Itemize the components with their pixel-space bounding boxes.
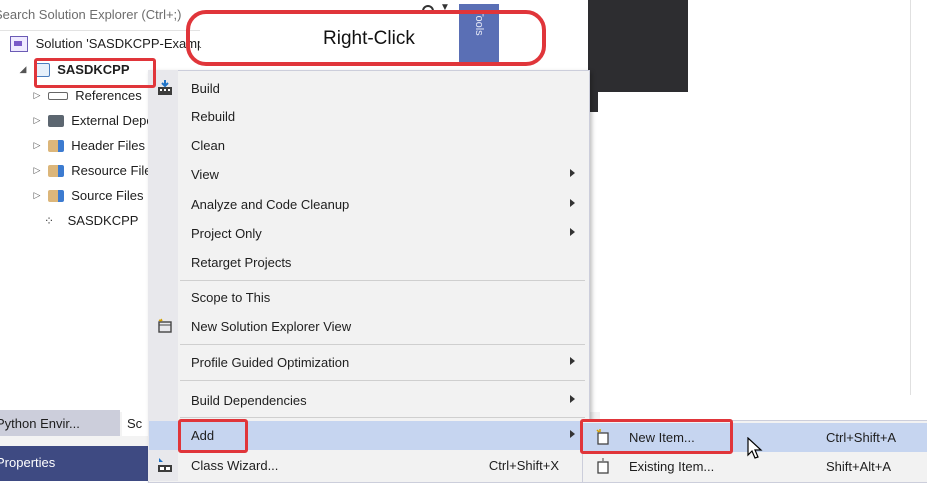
menu-separator [180,417,585,418]
editor-dark-panel [588,0,688,92]
menu-item-label: Clean [191,138,225,153]
collapsed-triangle-icon[interactable]: ▷ [30,165,44,176]
menu-item-build[interactable]: Build [149,74,587,103]
menu-item-new-view[interactable]: New Solution Explorer View [149,312,587,341]
menu-item-label: Rebuild [191,109,236,124]
tree-item[interactable]: ▷ Header Files [30,137,145,159]
menu-item-shortcut: Ctrl+Shift+X [488,458,559,473]
menu-item-analyze[interactable]: Analyze and Code Cleanup [149,190,587,219]
menu-item-rebuild[interactable]: Rebuild [149,102,587,131]
menu-item-project-only[interactable]: Project Only [149,219,587,248]
submenu-arrow-icon [570,395,575,403]
menu-item-label: Class Wizard... [191,458,279,473]
tree-item-label: Header Files [71,138,145,154]
submenu-arrow-icon [570,357,575,365]
submenu-arrow-icon [570,169,575,177]
divider [910,0,911,395]
menu-separator [180,344,585,345]
search-input[interactable]: Search Solution Explorer (Ctrl+;) [0,7,182,22]
folder-filter-icon [47,164,64,177]
menu-item-view[interactable]: View [149,160,587,189]
submenu-arrow-icon [570,228,575,236]
tree-item[interactable]: ⁘ SASDKCPP [44,212,138,234]
submenu-item-label: Existing Item... [629,459,715,474]
collapsed-triangle-icon[interactable]: ▷ [30,115,44,126]
tree-item[interactable]: ▷ Resource Files [30,162,158,184]
menu-item-build-dependencies[interactable]: Build Dependencies [149,386,587,415]
callout-text: Right-Click [323,28,415,49]
tree-item[interactable]: ▷ Source Files [30,187,144,209]
tree-item[interactable]: ▷ References [30,87,142,109]
menu-item-label: New Solution Explorer View [191,319,352,334]
highlight-box-new-item [580,419,733,454]
grid-dots-icon: ⁘ [44,213,55,228]
class-wizard-icon [157,457,173,476]
tab-python-environments[interactable]: Python Envir... [0,410,120,436]
tree-item-label: Source Files [71,188,144,204]
expanded-triangle-icon[interactable]: ◢ [16,64,30,75]
submenu-arrow-icon [570,199,575,207]
menu-item-retarget[interactable]: Retarget Projects [149,248,587,277]
properties-panel-header[interactable]: Properties [0,446,148,481]
tree-item-label: References [75,88,142,104]
menu-item-label: Build [191,81,220,96]
external-dependencies-icon [47,114,64,127]
menu-item-label: Profile Guided Optimization [191,355,350,370]
highlight-box-project [34,58,156,88]
menu-item-scope[interactable]: Scope to This [149,283,587,312]
mouse-cursor-icon [747,436,765,464]
menu-item-label: Analyze and Code Cleanup [191,197,350,212]
menu-item-class-wizard[interactable]: Class Wizard... Ctrl+Shift+X [149,451,587,480]
menu-separator [180,380,585,381]
collapsed-triangle-icon[interactable]: ▷ [30,190,44,201]
submenu-arrow-icon [570,430,575,438]
menu-item-label: Project Only [191,226,262,241]
tree-item-label: Resource Files [71,163,158,179]
menu-item-label: Build Dependencies [191,393,307,408]
menu-item-label: Scope to This [191,290,271,305]
new-view-icon [157,318,173,337]
properties-label: Properties [0,455,56,470]
submenu-item-shortcut: Ctrl+Shift+A [826,430,897,445]
solution-icon [10,35,28,52]
tree-item-label: SASDKCPP [67,213,139,229]
menu-item-label: Retarget Projects [191,255,292,270]
menu-item-clean[interactable]: Clean [149,131,587,160]
references-icon [47,91,68,100]
menu-item-label: View [191,167,219,182]
highlight-box-add [178,419,248,453]
build-icon [157,80,173,99]
existing-item-icon [595,458,611,477]
tab-solution-label: Sc [127,416,143,431]
collapsed-triangle-icon[interactable]: ▷ [30,90,44,101]
collapsed-triangle-icon[interactable]: ▷ [30,140,44,151]
submenu-item-shortcut: Shift+Alt+A [826,459,892,474]
folder-filter-icon [47,139,64,152]
folder-filter-icon [47,189,64,202]
menu-separator [180,280,585,281]
menu-item-pgo[interactable]: Profile Guided Optimization [149,348,587,377]
tab-python-label: Python Envir... [0,416,80,431]
